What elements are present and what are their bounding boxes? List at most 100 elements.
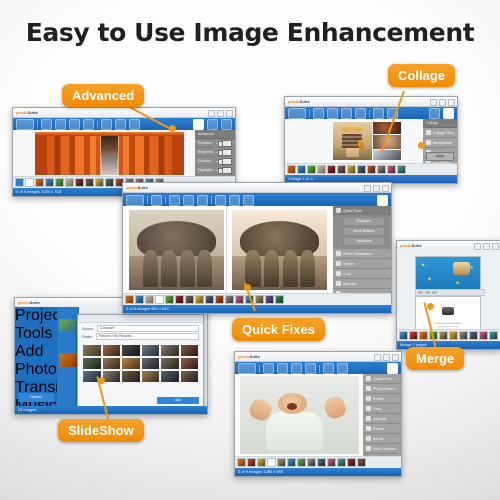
filmstrip-thumb[interactable] [277,458,286,467]
slider-track[interactable] [216,159,223,165]
submenu-white-balance[interactable]: White Balance [343,227,385,236]
close-button[interactable] [492,243,499,250]
filmstrip-thumb[interactable] [165,295,174,304]
window-buttons[interactable] [474,243,499,250]
filmstrip-thumb[interactable] [95,178,104,187]
filmstrip-thumb[interactable] [397,165,406,174]
before-photo[interactable] [129,209,224,291]
filmstrip-thumb[interactable] [357,458,366,467]
slider-row[interactable]: Highlights [195,166,235,175]
baby-menu-panel[interactable]: Quick Fixes › Photo Restoration › Rotate… [363,374,401,457]
menu-item-airbrush[interactable]: Airbrush › [333,279,391,289]
submenu-exposure[interactable]: Exposure [343,217,385,226]
collage-cell-4[interactable] [371,148,402,162]
merge-page-1[interactable] [415,256,481,290]
add-photos-dialog[interactable]: Source: Computer Folder: Pictures / My P… [77,314,204,408]
filmstrip-thumb[interactable] [347,165,356,174]
minimize-button[interactable] [474,243,481,250]
menu-item-crop[interactable]: Crop › [363,404,401,414]
slideshow-filmtrack[interactable] [57,307,79,406]
thumb-item[interactable] [161,358,179,369]
filmstrip-thumb[interactable] [247,458,256,467]
thumb-item[interactable] [180,358,198,369]
filmstrip-thumb[interactable] [265,295,274,304]
edit-mode-icon[interactable] [193,119,204,130]
quickfixes-filmstrip[interactable] [123,293,391,305]
callout-collage[interactable]: Collage [388,64,455,87]
slideshow-sidebar[interactable]: Project Tools Add Photos Transitions Mus… [15,307,93,414]
redo-icon[interactable] [229,194,240,206]
filmstrip-thumb[interactable] [439,331,448,340]
filmstrip-thumb[interactable] [377,165,386,174]
filmstrip-thumb[interactable] [15,178,24,187]
window-buttons[interactable] [364,185,389,192]
filmstrip-thumb[interactable] [317,458,326,467]
thumb-item[interactable] [141,345,159,356]
filmstrip-thumb[interactable] [25,178,34,187]
thumb-item[interactable] [102,358,120,369]
quickfixes-menu-panel[interactable]: Quick Fixes ⌄ Exposure White Balance Sat… [333,206,391,294]
maximize-button[interactable] [439,99,446,106]
delete-icon[interactable] [277,363,288,374]
maximize-button[interactable] [217,110,224,117]
merge-page-toolbar[interactable] [415,289,485,296]
filmstrip-thumb[interactable] [489,331,498,340]
filmstrip-thumb[interactable] [327,458,336,467]
filmstrip-thumb[interactable] [185,295,194,304]
slider-track[interactable] [216,150,223,156]
collage-filmstrip[interactable] [285,163,457,175]
slideshow-window[interactable]: photoSuite Project Tools Add Photos Tran… [14,297,208,415]
collage-mode-icon[interactable] [207,119,218,130]
after-photo[interactable] [232,209,327,291]
filmstrip-thumb[interactable] [337,165,346,174]
filmstrip-thumb[interactable] [449,331,458,340]
filmstrip-thumb[interactable] [45,178,54,187]
minimize-button[interactable] [208,110,215,117]
slider-value[interactable] [222,166,232,174]
share-icon[interactable] [41,119,52,130]
callout-quickfixes[interactable]: Quick Fixes [232,318,325,341]
slider-row[interactable]: Exposure [195,139,235,148]
share-icon[interactable] [263,363,274,374]
rotate-left-icon[interactable] [341,108,352,119]
thumb-item[interactable] [102,345,120,356]
options-button[interactable]: Options [18,393,54,402]
slider-row[interactable]: Brightness [195,148,235,157]
thumb-item[interactable] [122,371,140,382]
sidebar-item-project-tools[interactable]: Project Tools [15,307,65,343]
submenu-saturation[interactable]: Saturation [343,237,385,246]
delete-icon[interactable] [55,119,66,130]
slider-track[interactable] [216,141,223,147]
back-button[interactable] [16,119,34,130]
filmstrip-thumb[interactable] [225,295,234,304]
close-button[interactable] [392,354,399,361]
thumb-item[interactable] [141,371,159,382]
rotate-left-icon[interactable] [69,119,80,130]
filmstrip-thumb[interactable] [347,458,356,467]
menu-item-crop[interactable]: Crop › [333,269,391,279]
filmstrip-thumb[interactable] [135,295,144,304]
filmstrip-thumb[interactable] [399,331,408,340]
undo-icon[interactable] [215,194,226,206]
undo-icon[interactable] [373,108,384,119]
minimize-button[interactable] [430,99,437,106]
collage-cell-main[interactable] [331,120,373,162]
maximize-button[interactable] [383,354,390,361]
rotate-right-icon[interactable] [305,363,316,374]
panel-item-template[interactable]: Collage Template [423,128,457,138]
menu-item-rotate[interactable]: Rotate › [333,259,391,269]
thumb-item[interactable] [102,371,120,382]
minimize-button[interactable] [364,185,371,192]
rotate-left-icon[interactable] [291,363,302,374]
edit-mode-icon[interactable] [387,363,398,374]
menu-item-photo-restoration[interactable]: Photo Restoration › [363,384,401,394]
slide-thumb[interactable] [59,354,77,367]
filmstrip-thumb[interactable] [419,331,428,340]
filmstrip-thumb[interactable] [35,178,44,187]
menu-item-quick-fixes[interactable]: Quick Fixes ⌄ [333,206,391,216]
filmstrip-thumb[interactable] [145,295,154,304]
menu-item-quick-fixes[interactable]: Quick Fixes › [363,374,401,384]
reset-icon[interactable] [243,194,254,206]
window-buttons[interactable] [208,110,233,117]
callout-slideshow[interactable]: SlideShow [58,419,144,442]
